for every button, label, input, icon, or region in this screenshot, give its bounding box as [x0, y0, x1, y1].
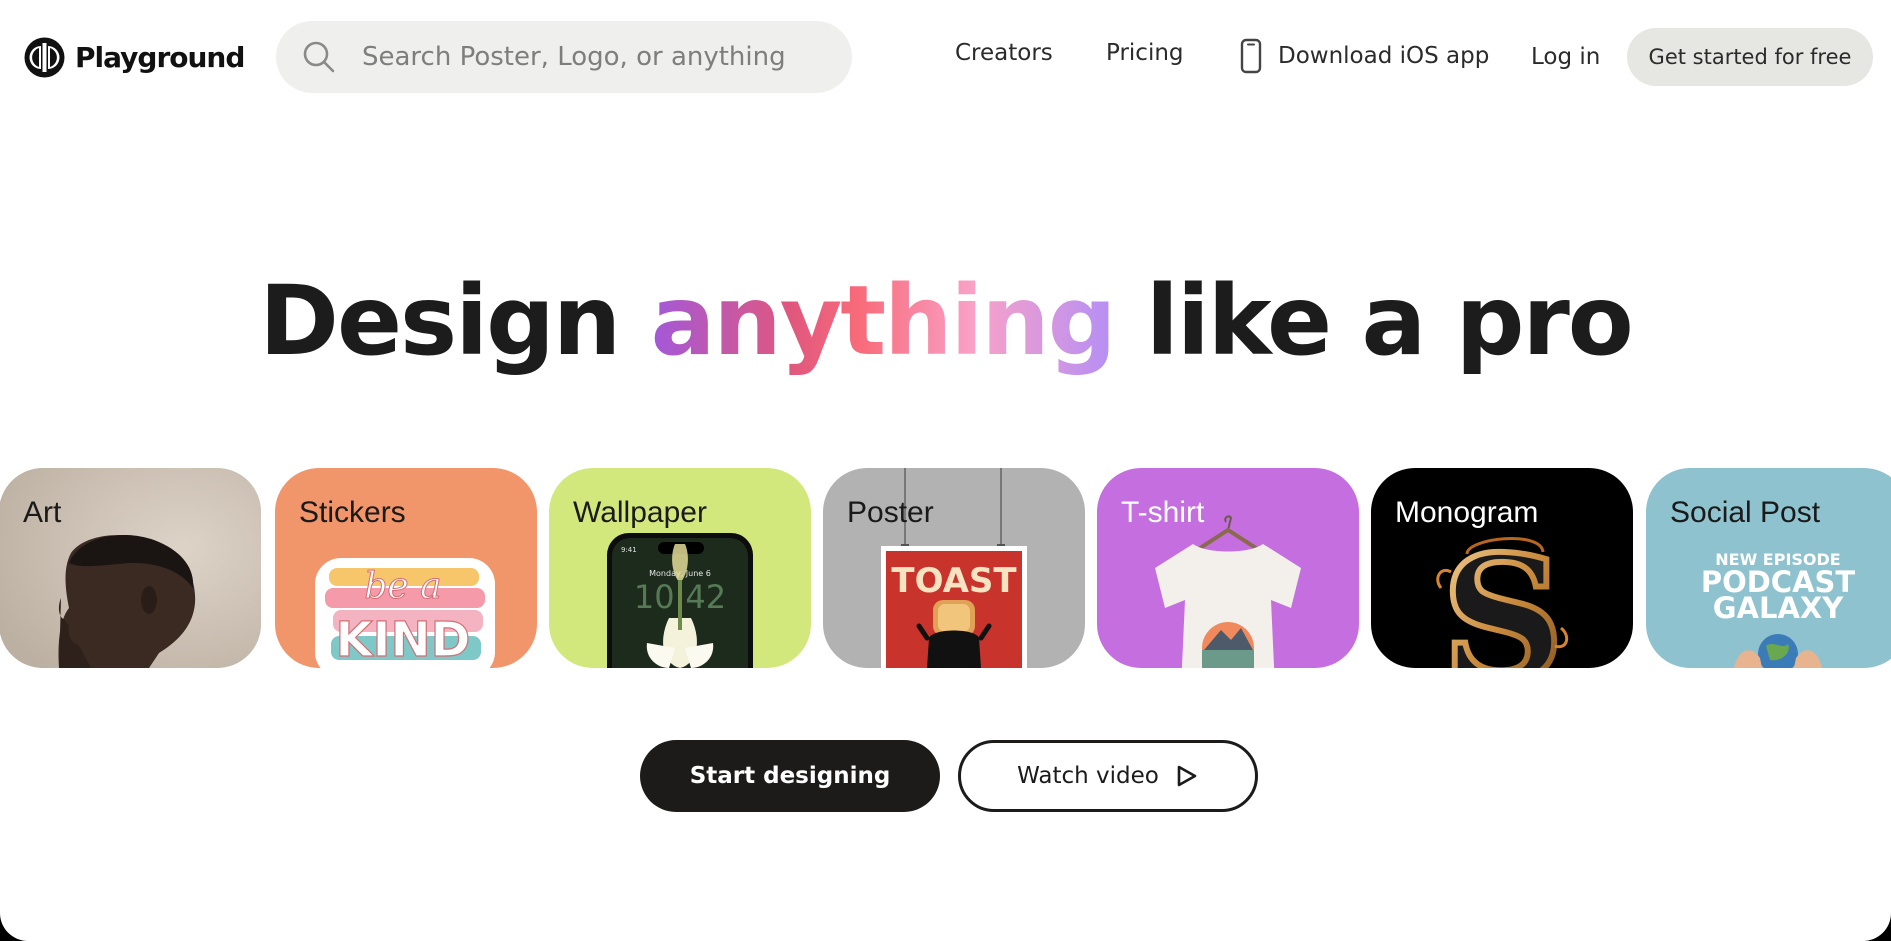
login-link[interactable]: Log in — [1531, 44, 1600, 70]
sticker-text-be-a: be a — [364, 566, 441, 607]
category-card-poster[interactable]: TOAST Poster — [823, 468, 1085, 668]
hero-title: Design anything like a pro — [0, 265, 1891, 377]
card-label-tshirt: T-shirt — [1121, 496, 1205, 529]
brand-logo[interactable]: Playground — [24, 35, 245, 79]
start-designing-button[interactable]: Start designing — [640, 740, 940, 812]
card-label-art: Art — [23, 496, 62, 529]
card-label-stickers: Stickers — [299, 496, 406, 529]
phone-icon — [1240, 38, 1262, 74]
download-ios-label: Download iOS app — [1278, 43, 1490, 69]
poster-text-toast: TOAST — [891, 561, 1017, 601]
watch-video-label: Watch video — [1017, 763, 1159, 789]
search-icon — [303, 41, 335, 73]
social-post-text-galaxy: GALAXY — [1713, 591, 1845, 625]
monogram-letter: S — [1442, 519, 1565, 668]
category-carousel: Art be a KIND Stickers 9:41 Monday, June… — [0, 468, 1891, 668]
brand-name: Playground — [75, 40, 245, 74]
category-card-wallpaper[interactable]: 9:41 Monday, June 6 10:42 Wallpaper — [549, 468, 811, 668]
category-card-stickers[interactable]: be a KIND Stickers — [275, 468, 537, 668]
top-navigation: Playground Creators Pricing Download iOS… — [0, 0, 1891, 114]
wallpaper-status-time: 9:41 — [621, 546, 637, 554]
nav-creators-link[interactable]: Creators — [955, 40, 1053, 66]
category-card-social-post[interactable]: NEW EPISODE PODCAST GALAXY Social Post — [1646, 468, 1891, 668]
card-label-social-post: Social Post — [1670, 496, 1821, 529]
hero-title-highlight: anything — [650, 265, 1117, 377]
sticker-text-kind: KIND — [335, 612, 470, 668]
category-card-monogram[interactable]: S Monogram — [1371, 468, 1633, 668]
get-started-button[interactable]: Get started for free — [1627, 28, 1873, 86]
play-icon — [1177, 765, 1197, 787]
card-label-wallpaper: Wallpaper — [573, 496, 707, 529]
card-label-monogram: Monogram — [1395, 496, 1539, 529]
download-ios-link[interactable]: Download iOS app — [1240, 38, 1489, 74]
hero-title-after: like a pro — [1114, 265, 1634, 377]
nav-pricing-link[interactable]: Pricing — [1106, 40, 1184, 66]
hero-title-before: Design — [259, 265, 651, 377]
watch-video-button[interactable]: Watch video — [958, 740, 1258, 812]
search-input[interactable] — [362, 42, 832, 72]
page: Playground Creators Pricing Download iOS… — [0, 0, 1891, 941]
category-card-tshirt[interactable]: T-shirt — [1097, 468, 1359, 668]
card-label-poster: Poster — [847, 496, 934, 529]
category-card-art[interactable]: Art — [0, 468, 261, 668]
search-bar[interactable] — [276, 21, 852, 93]
playground-logo-icon — [24, 37, 65, 77]
